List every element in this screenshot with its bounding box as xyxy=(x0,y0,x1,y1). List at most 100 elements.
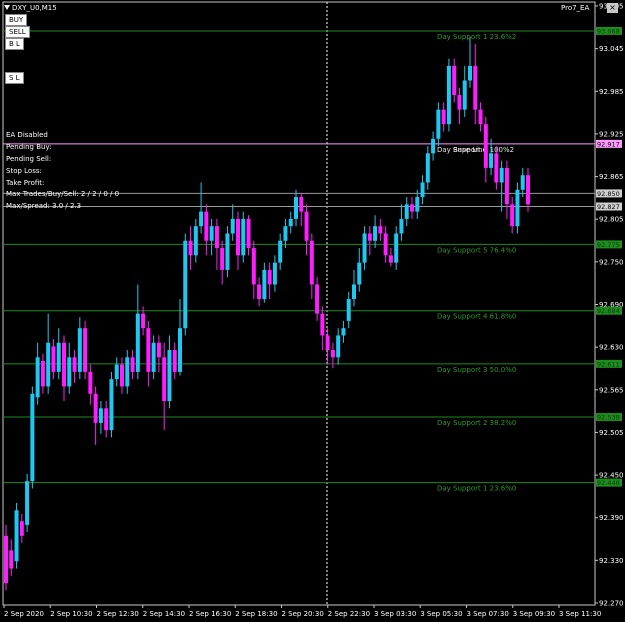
bull-candle-body xyxy=(272,262,277,285)
bull-candle-body xyxy=(35,357,40,398)
support-level-label: Day Support 3 50.0%0 xyxy=(437,366,516,374)
bear-candle-body xyxy=(478,109,483,125)
bull-candle-body xyxy=(399,218,404,234)
bull-candle-body xyxy=(431,138,436,154)
level-price-tag-text: 92.611 xyxy=(597,360,620,368)
bear-candle-body xyxy=(188,240,193,256)
bear-candle-body xyxy=(93,393,98,423)
bear-candle-body xyxy=(83,328,88,372)
bull-candle-body xyxy=(262,269,267,300)
bl-button[interactable]: B L xyxy=(5,38,24,50)
bear-candle-body xyxy=(130,357,135,372)
x-tick-label: 2 Sep 20:30 xyxy=(282,610,324,618)
bull-candle-body xyxy=(167,350,172,402)
bull-candle-body xyxy=(357,262,362,285)
buy-button[interactable]: BUY xyxy=(5,14,28,26)
bull-candle-body xyxy=(415,197,420,212)
bear-candle-body xyxy=(483,124,488,168)
bull-candle-body xyxy=(151,342,156,372)
y-tick-label: 92.390 xyxy=(599,514,624,522)
bear-candle-body xyxy=(267,269,272,285)
bear-candle-body xyxy=(330,350,335,358)
bear-candle-body xyxy=(220,248,225,270)
support-level-label: Day Support 1 23.6%0 xyxy=(437,485,516,493)
x-tick-label: 2 Sep 14:30 xyxy=(143,610,185,618)
bull-candle-body xyxy=(14,510,19,562)
support-level-label: Day Support 2 38.2%0 xyxy=(437,419,516,427)
bull-candle-body xyxy=(404,204,409,219)
current-price-tag-text: 92.827 xyxy=(597,203,620,211)
max-spread-text: Max/Spread: 3.0 / 2.3 xyxy=(6,202,82,210)
bull-candle-body xyxy=(25,481,30,525)
bear-candle-body xyxy=(88,371,93,394)
pending-buy-text: Pending Buy: xyxy=(6,143,52,151)
bull-candle-body xyxy=(373,226,378,241)
bear-candle-body xyxy=(120,364,124,387)
bull-candle-body xyxy=(288,218,293,227)
dropdown-triangle-icon[interactable] xyxy=(4,5,10,10)
take-profit-text: Take Profit: xyxy=(6,179,45,187)
bear-candle-body xyxy=(388,255,393,263)
x-tick-label: 3 Sep 03:30 xyxy=(374,610,416,618)
level-price-tag-text: 92.448 xyxy=(597,479,620,487)
bull-candle-body xyxy=(446,65,451,125)
bull-candle-body xyxy=(362,233,367,263)
bull-candle-body xyxy=(278,240,283,263)
support-level-label: Day Support 4 61.8%0 xyxy=(437,313,516,321)
y-tick-label: 92.330 xyxy=(599,557,624,565)
ea-name-label: Pro7_EA xyxy=(561,4,590,12)
current-price-tag-text: 92.850 xyxy=(597,190,620,198)
chart-window[interactable]: 93.10593.04592.98592.92592.86592.80592.7… xyxy=(0,0,625,622)
bear-candle-body xyxy=(236,218,240,256)
sl-button[interactable]: S L xyxy=(5,72,24,84)
bear-candle-body xyxy=(441,109,446,125)
bull-candle-body xyxy=(183,240,188,329)
bear-candle-body xyxy=(510,204,515,227)
x-tick-label: 3 Sep 07:30 xyxy=(467,610,509,618)
bear-candle-body xyxy=(9,550,14,569)
y-tick-label: 92.630 xyxy=(599,344,624,352)
x-tick-label: 2 Sep 12:30 xyxy=(97,610,139,618)
bear-candle-body xyxy=(367,233,372,241)
bear-candle-body xyxy=(315,284,320,314)
y-tick-label: 92.270 xyxy=(599,600,624,608)
bear-candle-body xyxy=(146,328,151,372)
bull-candle-body xyxy=(98,408,103,423)
level-price-tag-text: 92.684 xyxy=(597,307,620,315)
x-tick-label: 3 Sep 11:30 xyxy=(559,610,601,618)
bear-candle-body xyxy=(156,342,161,358)
bear-candle-body xyxy=(457,95,462,110)
bull-candle-body xyxy=(489,153,494,168)
bull-candle-body xyxy=(468,65,472,81)
bull-candle-body xyxy=(109,379,114,431)
x-tick-label: 2 Sep 18:30 xyxy=(235,610,277,618)
x-tick-label: 2 Sep 16:30 xyxy=(189,610,231,618)
bull-candle-body xyxy=(199,211,204,227)
bull-candle-body xyxy=(425,153,430,183)
symbol-timeframe-label: DXY_U0,M15 xyxy=(12,4,57,12)
bear-candle-body xyxy=(526,175,530,205)
x-tick-label: 2 Sep 2020 xyxy=(4,610,44,618)
bull-candle-body xyxy=(56,342,61,372)
sell-button[interactable]: SELL xyxy=(5,26,30,38)
bull-candle-body xyxy=(283,226,288,241)
bear-candle-body xyxy=(304,211,309,241)
bull-candle-body xyxy=(346,299,351,321)
bull-candle-body xyxy=(77,328,82,372)
bull-candle-body xyxy=(436,109,441,139)
base-line-label: Base Line xyxy=(453,146,487,154)
bear-candle-body xyxy=(40,360,45,387)
close-window-icon[interactable]: × xyxy=(607,3,618,13)
bear-candle-body xyxy=(504,167,509,205)
stop-loss-text: Stop Loss: xyxy=(6,167,42,175)
x-tick-label: 2 Sep 22:30 xyxy=(328,610,370,618)
bear-candle-body xyxy=(4,535,8,584)
bull-candle-body xyxy=(294,197,298,219)
y-tick-label: 93.045 xyxy=(599,45,624,53)
bull-candle-body xyxy=(225,233,230,270)
bear-candle-body xyxy=(383,233,388,256)
bear-candle-body xyxy=(309,240,314,285)
bear-candle-body xyxy=(494,153,499,183)
x-tick-label: 2 Sep 10:30 xyxy=(50,610,92,618)
price-chart[interactable]: 93.10593.04592.98592.92592.86592.80592.7… xyxy=(0,0,625,622)
